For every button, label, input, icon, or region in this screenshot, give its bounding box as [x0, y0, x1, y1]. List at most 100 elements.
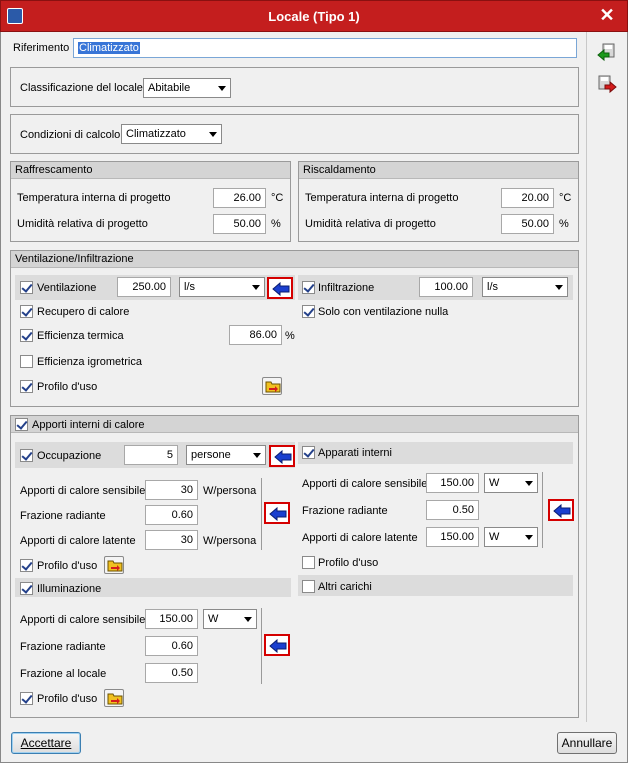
app-rad-label: Frazione radiante [302, 505, 388, 517]
cancel-button[interactable]: Annullare [557, 732, 617, 754]
riferimento-input[interactable]: Climatizzato [73, 38, 577, 58]
risc-temp-unit: °C [559, 192, 572, 204]
occ-rad-input[interactable]: 0.60 [145, 505, 198, 525]
occ-rad-label: Frazione radiante [20, 510, 106, 522]
app-lat-label: Apporti di calore latente [302, 532, 418, 544]
eff-igro-checkbox[interactable] [20, 355, 33, 368]
recupero-checkbox[interactable] [20, 305, 33, 318]
ventilazione-unit-select[interactable]: l/s [179, 277, 265, 297]
ill-profilo-checkbox[interactable] [20, 692, 33, 705]
eff-termica-label: Efficienza termica [37, 330, 124, 342]
occ-lat-input[interactable]: 30 [145, 530, 198, 550]
ill-sens-unit-value: W [208, 613, 219, 625]
illuminazione-checkbox[interactable] [20, 582, 33, 595]
ill-sens-label: Apporti di calore sensibile [20, 614, 146, 626]
raffr-umid-label: Umidità relativa di progetto [17, 218, 148, 230]
apporti-checkbox[interactable] [15, 418, 28, 431]
ill-sens-unit-select[interactable]: W [203, 609, 257, 629]
occupazione-label: Occupazione [37, 450, 102, 462]
chevron-down-icon [209, 132, 217, 137]
occ-profilo-button[interactable] [104, 556, 124, 574]
raffr-umid-input[interactable]: 50.00 [213, 214, 266, 234]
occ-profilo-label: Profilo d'uso [37, 560, 98, 572]
infiltrazione-unit-value: l/s [487, 281, 498, 293]
eff-igro-label: Efficienza igrometrica [37, 356, 142, 368]
altri-checkbox[interactable] [302, 580, 315, 593]
app-lat-input[interactable]: 150.00 [426, 527, 479, 547]
ventilazione-input[interactable]: 250.00 [117, 277, 171, 297]
occ-profilo-checkbox[interactable] [20, 559, 33, 572]
risc-umid-input[interactable]: 50.00 [501, 214, 554, 234]
occ-rad-arrow-button[interactable] [264, 502, 290, 524]
recupero-label: Recupero di calore [37, 306, 130, 318]
chevron-down-icon [218, 86, 226, 91]
chevron-down-icon [525, 481, 533, 486]
vent-profilo-button[interactable] [262, 377, 282, 395]
condizioni-value: Climatizzato [126, 128, 186, 140]
apporti-title: Apporti interni di calore [32, 419, 145, 431]
classificazione-label: Classificazione del locale [20, 82, 143, 94]
ill-profilo-button[interactable] [104, 689, 124, 707]
ventilazione-checkbox[interactable] [20, 281, 33, 294]
raffr-temp-input[interactable]: 26.00 [213, 188, 266, 208]
accept-button[interactable]: Accettare [11, 732, 81, 754]
arrow-left-icon [269, 639, 287, 653]
riscaldamento-title: Riscaldamento [303, 164, 376, 176]
occupazione-unit-value: persone [191, 449, 231, 461]
infiltrazione-input[interactable]: 100.00 [419, 277, 473, 297]
apparati-checkbox[interactable] [302, 446, 315, 459]
ill-sens-input[interactable]: 150.00 [145, 609, 198, 629]
folder-icon [265, 381, 281, 393]
classificazione-value: Abitabile [148, 82, 191, 94]
app-sens-unit-select[interactable]: W [484, 473, 538, 493]
accept-button-label: Accettare [20, 736, 72, 750]
ill-locale-label: Frazione al locale [20, 668, 107, 680]
ill-rad-label: Frazione radiante [20, 641, 106, 653]
export-icon[interactable] [597, 74, 617, 94]
raffr-temp-unit: °C [271, 192, 284, 204]
vent-profilo-checkbox[interactable] [20, 380, 33, 393]
condizioni-select[interactable]: Climatizzato [121, 124, 222, 144]
eff-termica-input[interactable]: 86.00 [229, 325, 282, 345]
app-profilo-checkbox[interactable] [302, 556, 315, 569]
ventilazione-arrow-button[interactable] [267, 277, 293, 299]
occupazione-unit-select[interactable]: persone [186, 445, 266, 465]
app-sens-input[interactable]: 150.00 [426, 473, 479, 493]
risc-temp-label: Temperatura interna di progetto [305, 192, 459, 204]
arrow-left-icon [274, 450, 292, 464]
infiltrazione-checkbox[interactable] [302, 281, 315, 294]
folder-icon [107, 560, 123, 572]
solo-vent-label: Solo con ventilazione nulla [318, 306, 449, 318]
ill-rad-arrow-button[interactable] [264, 634, 290, 656]
occupazione-input[interactable]: 5 [124, 445, 178, 465]
riscaldamento-header: Riscaldamento [299, 162, 578, 179]
ill-bracket-line [261, 608, 262, 684]
chevron-down-icon [555, 285, 563, 290]
eff-termica-checkbox[interactable] [20, 329, 33, 342]
risc-umid-label: Umidità relativa di progetto [305, 218, 436, 230]
illuminazione-label: Illuminazione [37, 583, 102, 595]
occ-sens-input[interactable]: 30 [145, 480, 198, 500]
close-button[interactable]: ✕ [597, 5, 617, 27]
occupazione-arrow-button[interactable] [269, 445, 295, 467]
occupazione-checkbox[interactable] [20, 449, 33, 462]
app-lat-unit-select[interactable]: W [484, 527, 538, 547]
risc-temp-input[interactable]: 20.00 [501, 188, 554, 208]
condizioni-label: Condizioni di calcolo [20, 129, 121, 141]
chevron-down-icon [253, 453, 261, 458]
app-profilo-label: Profilo d'uso [318, 557, 379, 569]
classificazione-select[interactable]: Abitabile [143, 78, 231, 98]
ill-locale-input[interactable]: 0.50 [145, 663, 198, 683]
title-bar: Locale (Tipo 1) ✕ [0, 0, 628, 32]
riferimento-value: Climatizzato [78, 42, 140, 54]
infiltrazione-label: Infiltrazione [318, 282, 375, 294]
ventilazione-label: Ventilazione [37, 282, 97, 294]
solo-vent-checkbox[interactable] [302, 305, 315, 318]
ill-rad-input[interactable]: 0.60 [145, 636, 198, 656]
arrow-left-icon [553, 504, 571, 518]
import-icon[interactable] [597, 42, 617, 62]
altri-label: Altri carichi [318, 581, 372, 593]
app-rad-input[interactable]: 0.50 [426, 500, 479, 520]
infiltrazione-unit-select[interactable]: l/s [482, 277, 568, 297]
app-rad-arrow-button[interactable] [548, 499, 574, 521]
